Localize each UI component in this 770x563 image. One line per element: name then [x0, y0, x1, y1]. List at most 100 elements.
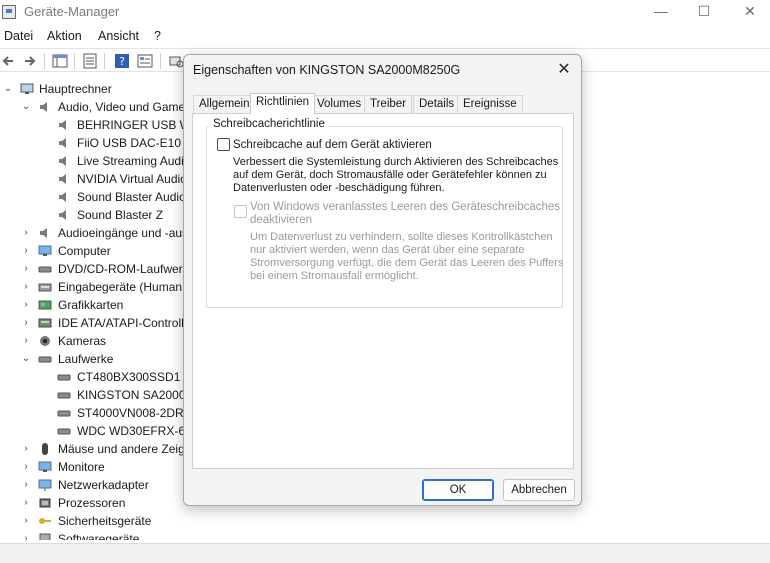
back-arrow-icon[interactable] [0, 53, 16, 69]
chevron-down-icon[interactable]: ⌄ [20, 350, 32, 368]
disable-cache-flushing-checkbox[interactable] [234, 205, 247, 218]
chevron-right-icon[interactable]: › [20, 530, 32, 540]
tree-item-label: Kameras [58, 334, 107, 348]
controller-icon [38, 318, 52, 328]
menu-datei[interactable]: Datei [4, 29, 33, 43]
menu-help[interactable]: ? [154, 29, 161, 43]
forward-arrow-icon[interactable] [22, 53, 38, 69]
chevron-right-icon[interactable]: › [20, 476, 32, 494]
chevron-right-icon[interactable]: › [20, 260, 32, 278]
toolbar-separator [160, 53, 161, 69]
tab-details[interactable]: Details [413, 95, 461, 113]
chevron-right-icon[interactable]: › [20, 332, 32, 350]
tree-item-label: Sicherheitsgeräte [58, 514, 152, 528]
status-bar [0, 543, 770, 563]
tree-item-label: Netzwerkadapter [58, 478, 149, 492]
window-titlebar: Geräte-Manager — ☐ ✕ [0, 0, 770, 24]
camera-icon [40, 336, 50, 346]
enable-write-cache-label[interactable]: Schreibcache auf dem Gerät aktivieren [233, 139, 432, 152]
tab-ereignisse[interactable]: Ereignisse [457, 95, 523, 113]
description-line: Verbessert die Systemleistung durch Akti… [233, 156, 559, 168]
tree-item-label: KINGSTON SA2000M8250G [77, 388, 190, 402]
monitor-icon [38, 245, 52, 256]
menu-bar: Datei Aktion Ansicht ? [0, 26, 770, 46]
tree-item-label: Prozessoren [58, 496, 126, 510]
key-icon [39, 518, 51, 524]
toolbar-separator [74, 53, 75, 69]
tree-item-label: Audioeingänge und -ausgänge [58, 226, 190, 240]
software-icon [39, 533, 51, 540]
chevron-right-icon[interactable]: › [20, 296, 32, 314]
speaker-icon [59, 138, 66, 148]
tree-item-label: Softwaregeräte [58, 532, 140, 540]
close-window-button[interactable]: ✕ [727, 0, 770, 24]
hid-icon [38, 283, 52, 292]
speaker-icon [40, 228, 47, 238]
menu-ansicht[interactable]: Ansicht [98, 29, 139, 43]
help-icon[interactable]: ? [114, 53, 130, 69]
tree-item-label: CT480BX300SSD1 [77, 370, 181, 384]
display-adapter-icon [38, 300, 52, 310]
tree-item-label: IDE ATA/ATAPI-Controller [58, 316, 190, 330]
tab-volumes[interactable]: Volumes [311, 95, 368, 113]
scan-hardware-icon[interactable] [168, 53, 184, 69]
ok-button[interactable]: OK [422, 479, 494, 501]
group-title: Schreibcacherichtlinie [210, 118, 328, 130]
mouse-icon [42, 443, 48, 455]
enable-write-cache-description: Verbessert die Systemleistung durch Akti… [233, 156, 558, 195]
tree-item-label: Computer [58, 244, 111, 258]
speaker-icon [59, 192, 66, 202]
chevron-right-icon[interactable]: › [20, 512, 32, 530]
tree-item-label: BEHRINGER USB WDM AUDIO [77, 118, 190, 132]
drive-icon [57, 428, 71, 435]
chevron-right-icon[interactable]: › [20, 440, 32, 458]
tree-item-label: Audio, Video und Gamecontroller [58, 100, 190, 114]
tree-item-label: Sound Blaster Audio Controller [77, 190, 190, 204]
description-line: Datenverlusten oder -beschädigung führen… [233, 182, 445, 194]
chevron-right-icon[interactable]: › [20, 314, 32, 332]
chevron-down-icon[interactable]: ⌄ [2, 80, 14, 98]
drive-icon [57, 392, 71, 399]
chevron-right-icon[interactable]: › [20, 242, 32, 260]
tab-richtlinien[interactable]: Richtlinien [250, 93, 316, 114]
disable-cache-flushing-description: Um Datenverlust zu verhindern, sollte di… [250, 231, 563, 283]
tree-item-label: Mäuse und andere Zeigegeräte [58, 442, 190, 456]
tree-item-label: WDC WD30EFRX-68EUZN0 [77, 424, 190, 438]
tab-treiber[interactable]: Treiber [364, 95, 412, 113]
tree-item-label: NVIDIA Virtual Audio Device [77, 172, 190, 186]
disable-cache-flushing-label: Von Windows veranlasstes Leeren des Gerä… [250, 201, 560, 227]
dialog-close-button[interactable]: ✕ [553, 59, 575, 81]
properties-icon[interactable] [82, 53, 98, 69]
description-line: nur aktiviert werden, wenn das Gerät übe… [250, 244, 525, 256]
tree-item-label: Eingabegeräte (Human Interface Devices) [58, 280, 190, 294]
tree-view-icon[interactable] [52, 53, 68, 69]
toolbar-separator [104, 53, 105, 69]
tab-panel-richtlinien: Schreibcacherichtlinie Schreibcache auf … [192, 113, 574, 469]
drive-icon [38, 356, 52, 363]
speaker-icon [40, 102, 47, 112]
tree-item-label: Laufwerke [58, 352, 114, 366]
minimize-button[interactable]: — [638, 0, 684, 24]
menu-aktion[interactable]: Aktion [47, 29, 82, 43]
tab-allgemein[interactable]: Allgemein [193, 95, 256, 113]
device-tree: ⌄ Hauptrechner ⌄ Audio, Video und Gamecon… [0, 78, 190, 540]
chevron-right-icon[interactable]: › [20, 458, 32, 476]
description-line: Um Datenverlust zu verhindern, sollte di… [250, 231, 553, 243]
speaker-icon [59, 156, 66, 166]
description-line: auf dem Gerät, doch Stromausfälle oder G… [233, 169, 547, 181]
properties-dialog: Eigenschaften von KINGSTON SA2000M8250G … [183, 54, 582, 506]
tree-item-label: Monitore [58, 460, 105, 474]
cancel-button[interactable]: Abbrechen [503, 479, 575, 501]
device-manager-app-icon [2, 5, 16, 19]
tree-item-label: ST4000VN008-2DR166 [77, 406, 190, 420]
maximize-button[interactable]: ☐ [681, 0, 727, 24]
speaker-icon [59, 210, 66, 220]
enable-write-cache-checkbox[interactable] [217, 138, 230, 151]
device-view-icon[interactable] [137, 53, 153, 69]
chevron-right-icon[interactable]: › [20, 278, 32, 296]
chevron-right-icon[interactable]: › [20, 494, 32, 512]
dialog-title: Eigenschaften von KINGSTON SA2000M8250G [193, 63, 461, 77]
chevron-down-icon[interactable]: ⌄ [20, 98, 32, 116]
speaker-icon [59, 120, 66, 130]
chevron-right-icon[interactable]: › [20, 224, 32, 242]
